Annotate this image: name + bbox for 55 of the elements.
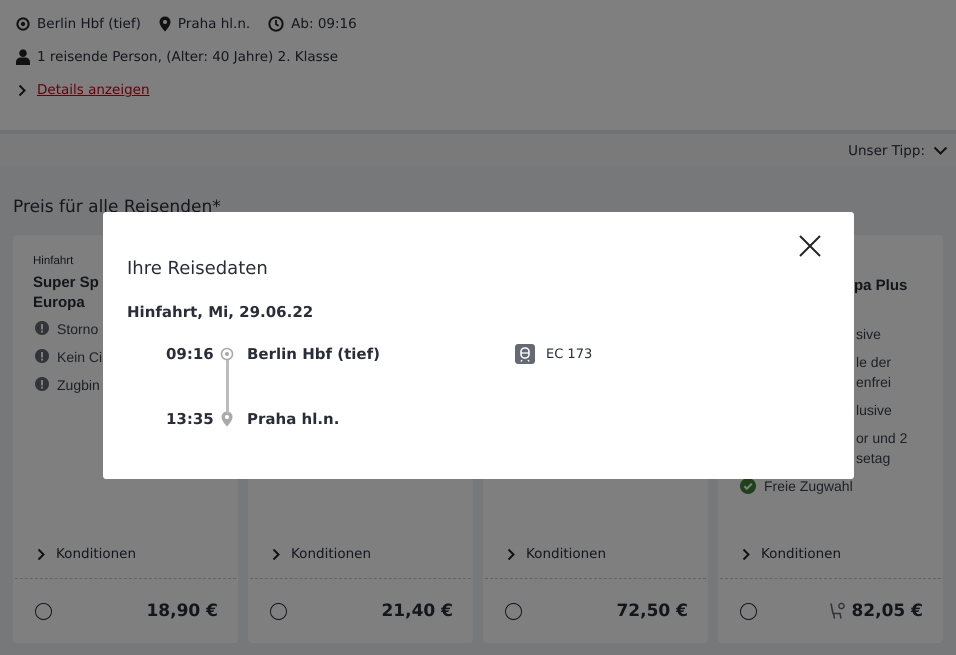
person-icon [16, 49, 30, 65]
origin-station: Berlin Hbf (tief) [37, 16, 141, 32]
radio-button[interactable] [270, 602, 287, 620]
exclamation-icon [35, 321, 49, 335]
train-number: EC 173 [546, 346, 592, 362]
chevron-right-icon [37, 548, 46, 560]
radio-button[interactable] [35, 602, 52, 620]
exclamation-icon [35, 377, 49, 391]
chevron-right-icon [18, 84, 27, 96]
map-pin-icon [158, 16, 171, 32]
offer-feature: le der enfrei [856, 353, 892, 392]
radio-button[interactable] [505, 602, 522, 620]
exclamation-icon [35, 349, 49, 363]
passenger-info: 1 reisende Person, (Alter: 40 Jahre) 2. Klasse [37, 49, 338, 65]
price: 18,90 € [146, 601, 218, 621]
details-link[interactable]: Details anzeigen [37, 82, 150, 98]
price-heading: Preis für alle Reisenden* [13, 197, 222, 219]
offer-feature: lusive [856, 401, 892, 420]
trip-date: Hinfahrt, Mi, 29.06.22 [127, 303, 314, 321]
chevron-right-icon [507, 548, 516, 560]
close-icon [799, 235, 821, 257]
origin-marker-icon [220, 347, 234, 361]
chevron-right-icon [742, 548, 751, 560]
conditions-toggle[interactable]: Konditionen [483, 544, 606, 564]
close-button[interactable] [799, 235, 821, 257]
seat-icon [829, 602, 846, 620]
stop-station: Berlin Hbf (tief) [246, 345, 381, 363]
offer-feature: or und 2 setag [856, 429, 908, 468]
price: 72,50 € [616, 601, 688, 621]
sort-dropdown[interactable]: Unser Tipp: [848, 142, 948, 158]
offer-feature: sive [856, 325, 881, 344]
destination-marker-icon [221, 411, 233, 427]
stop-station: Praha hl.n. [246, 410, 340, 428]
conditions-toggle[interactable]: Konditionen [718, 544, 842, 564]
offer-feature: Storno [57, 320, 98, 339]
offer-feature: Zugbin [57, 376, 100, 395]
offer-title: Super Sp Europa [33, 273, 99, 313]
dialog-title: Ihre Reisedaten [127, 258, 268, 279]
price: 82,05 € [851, 601, 923, 621]
destination-station: Praha hl.n. [178, 16, 250, 32]
direction-label: Hinfahrt [33, 255, 74, 267]
chevron-right-icon [272, 548, 281, 560]
route-line [226, 360, 228, 413]
radio-button[interactable] [740, 602, 757, 620]
offer-title: pa Plus [854, 276, 908, 296]
chevron-down-icon [933, 146, 948, 155]
conditions-toggle[interactable]: Konditionen [248, 544, 372, 564]
offer-feature: Freie Zugwahl [764, 477, 853, 496]
target-icon [16, 17, 30, 31]
train-icon [515, 344, 535, 364]
clock-icon [268, 16, 284, 32]
departure-time: Ab: 09:16 [291, 16, 357, 32]
conditions-toggle[interactable]: Konditionen [13, 544, 136, 564]
price: 21,40 € [381, 601, 453, 621]
offer-feature: Kein Ci [57, 348, 102, 367]
